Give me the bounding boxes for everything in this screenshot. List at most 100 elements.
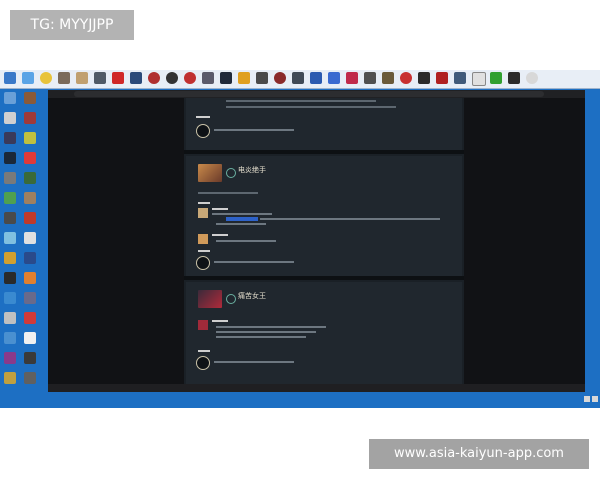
taskbar-app-icon[interactable] (22, 72, 34, 84)
taskbar-app-icon[interactable] (274, 72, 286, 84)
desktop-icon[interactable] (24, 172, 36, 184)
address-bar[interactable] (48, 90, 585, 98)
taskbar-app-icon[interactable] (166, 72, 178, 84)
taskbar-app-icon[interactable] (472, 72, 486, 86)
taskbar-app-icon[interactable] (238, 72, 250, 84)
text-line (216, 326, 326, 328)
taskbar-app-icon[interactable] (346, 72, 358, 84)
text-line (260, 218, 440, 220)
text-line (214, 129, 294, 131)
desktop-icon[interactable] (24, 152, 36, 164)
tray-icon[interactable] (584, 396, 590, 402)
desktop-icon[interactable] (4, 132, 16, 144)
desktop-icon[interactable] (24, 372, 36, 384)
desktop-icon[interactable] (24, 312, 36, 324)
desktop-icon[interactable] (4, 292, 16, 304)
hero-portrait (198, 164, 222, 182)
desktop-icon[interactable] (24, 352, 36, 364)
desktop-icon[interactable] (4, 192, 16, 204)
taskbar-app-icon[interactable] (436, 72, 448, 84)
desktop-icon[interactable] (24, 232, 36, 244)
screenshot: 电炎绝手 痛苦女王 (0, 70, 600, 408)
taskbar-app-icon[interactable] (328, 72, 340, 84)
taskbar-app-icon[interactable] (4, 72, 16, 84)
hero-portrait (198, 290, 222, 308)
taskbar-app-icon[interactable] (148, 72, 160, 84)
taskbar-app-icon[interactable] (490, 72, 502, 84)
desktop-icon[interactable] (4, 212, 16, 224)
desktop-icon[interactable] (4, 232, 16, 244)
taskbar-app-icon[interactable] (526, 72, 538, 84)
text-line (212, 208, 228, 210)
system-tray[interactable] (582, 392, 600, 408)
tray-icon[interactable] (592, 396, 598, 402)
steam-icon[interactable] (4, 152, 16, 164)
taskbar-app-icon[interactable] (202, 72, 214, 84)
patch-notes-page[interactable]: 电炎绝手 痛苦女王 (184, 98, 464, 384)
taskbar-app-icon[interactable] (364, 72, 376, 84)
ability-icon (198, 320, 208, 330)
taskbar-app-icon[interactable] (400, 72, 412, 84)
desktop-icon[interactable] (24, 292, 36, 304)
desktop-icon[interactable] (4, 372, 16, 384)
desktop-icon[interactable] (24, 132, 36, 144)
taskbar-app-icon[interactable] (382, 72, 394, 84)
taskbar-app-icon[interactable] (94, 72, 106, 84)
desktop-icon[interactable] (24, 112, 36, 124)
taskbar-app-icon[interactable] (130, 72, 142, 84)
ability-icon (198, 208, 208, 218)
desktop-icon[interactable] (24, 332, 36, 344)
text-line (198, 202, 210, 204)
desktop-icon[interactable] (24, 212, 36, 224)
ability-icon (198, 234, 208, 244)
desktop-icon[interactable] (4, 272, 16, 284)
taskbar-app-icon[interactable] (292, 72, 304, 84)
desktop-icon[interactable] (4, 112, 16, 124)
desktop-icon[interactable] (4, 332, 16, 344)
hero-section (186, 98, 462, 150)
desktop-icon[interactable] (24, 272, 36, 284)
watermark-url: www.asia-kaiyun-app.com (369, 439, 589, 469)
taskbar-app-icon[interactable] (454, 72, 466, 84)
desktop-icon[interactable] (4, 352, 16, 364)
hero-badge-icon (226, 168, 236, 178)
taskbar-app-icon[interactable] (256, 72, 268, 84)
desktop-icons (0, 88, 48, 408)
desktop-icon[interactable] (4, 92, 16, 104)
taskbar-app-icon[interactable] (508, 72, 520, 84)
taskbar-app-icon[interactable] (220, 72, 232, 84)
desktop-icon[interactable] (4, 312, 16, 324)
text-line (216, 240, 276, 242)
text-line (226, 106, 396, 108)
taskbar-app-icon[interactable] (58, 72, 70, 84)
text-line (216, 331, 316, 333)
text-line (212, 234, 228, 236)
taskbar-app-icon[interactable] (76, 72, 88, 84)
desktop-icon[interactable] (4, 252, 16, 264)
text-line (212, 320, 228, 322)
hero-section: 痛苦女王 (186, 282, 462, 384)
text-line (212, 213, 272, 215)
desktop-icon[interactable] (4, 172, 16, 184)
hero-section: 电炎绝手 (186, 156, 462, 276)
text-line (216, 336, 306, 338)
text-line (214, 261, 294, 263)
word-icon[interactable] (310, 72, 322, 84)
heart-icon[interactable] (112, 72, 124, 84)
text-line (226, 100, 376, 102)
chrome-icon[interactable] (40, 72, 52, 84)
browser-window: 电炎绝手 痛苦女王 (48, 90, 585, 392)
desktop-icon[interactable] (24, 92, 36, 104)
desktop-icon[interactable] (24, 192, 36, 204)
text-highlight (226, 217, 258, 221)
divider (184, 150, 464, 154)
hero-name: 痛苦女王 (238, 292, 266, 300)
taskbar (0, 70, 600, 89)
hero-badge-icon (226, 294, 236, 304)
taskbar-app-icon[interactable] (418, 72, 430, 84)
text-line (196, 116, 210, 118)
taskbar-app-icon[interactable] (184, 72, 196, 84)
url-field[interactable] (74, 91, 544, 97)
talent-tree-icon (196, 356, 210, 370)
desktop-icon[interactable] (24, 252, 36, 264)
